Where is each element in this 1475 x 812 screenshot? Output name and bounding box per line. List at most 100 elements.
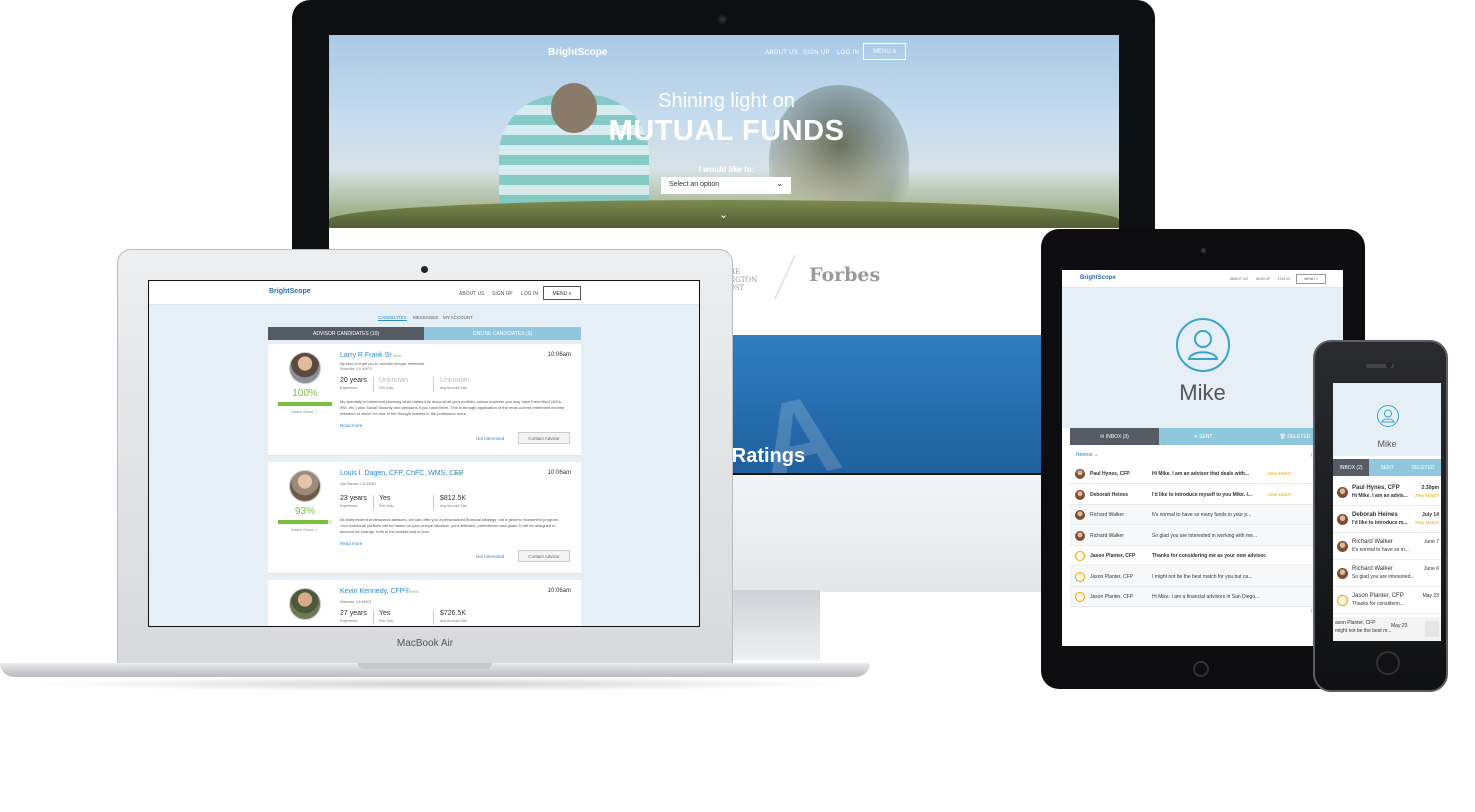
press-divider — [773, 254, 797, 300]
message-row[interactable]: Richard Walker It's normal to have so man… — [1070, 505, 1343, 525]
iphone-home-button[interactable] — [1376, 651, 1400, 675]
nav-about-us[interactable]: ABOUT US — [1230, 277, 1248, 281]
read-more-link[interactable]: Read more — [340, 423, 362, 428]
message-sender: Jason Planter, CFP — [1090, 573, 1134, 580]
message-row[interactable]: Richard Walker So glad you are interested… — [1333, 561, 1441, 587]
match-score-label: Match Score ⓘ — [291, 409, 319, 414]
option-select[interactable]: Select an option ⌄ — [661, 177, 791, 194]
stat-avg-account-label: Avg Account Size — [440, 386, 468, 390]
message-time: June 6 — [1423, 566, 1439, 572]
stat-fee-only: Yes — [379, 495, 391, 502]
message-sender: Paul Hynes, CFP — [1090, 471, 1130, 477]
brightscope-logo[interactable]: BrightScope — [269, 288, 311, 295]
message-row[interactable]: Richard Walker So glad you are interested… — [1070, 525, 1343, 546]
message-subject: Hi Mike. I am an advis... — [1352, 493, 1408, 499]
nav-sign-up[interactable]: SIGN UP — [492, 291, 513, 297]
advisor-name[interactable]: Larry R Frank Sr — [340, 352, 392, 359]
nav-about-us[interactable]: ABOUT US — [459, 291, 484, 297]
message-row[interactable]: Jason Planter, CFP Hi Mike. I am a financ… — [1070, 587, 1343, 607]
stat-divider — [373, 377, 374, 392]
message-row[interactable]: Paul Hynes, CFP Hi Mike. I am an advis...… — [1333, 480, 1441, 506]
advisor-name[interactable]: Kevin Kennedy, CFP® — [340, 588, 410, 595]
menu-button[interactable]: MENU ≡ — [863, 43, 906, 60]
contact-advisor-button[interactable]: Contact Advisor — [518, 432, 570, 444]
sender-photo — [1075, 489, 1085, 500]
nav-log-in[interactable]: LOG IN — [837, 50, 859, 56]
new-badge: New! — [393, 353, 403, 358]
user-name: Mike — [1179, 380, 1226, 405]
sort-dropdown[interactable]: Newest ⌄ — [1076, 452, 1098, 458]
subnav-my-account[interactable]: MY ACCOUNT — [443, 315, 473, 320]
contact-advisor-button[interactable]: Contact Advisor — [518, 550, 570, 562]
default-avatar-icon — [1075, 571, 1085, 582]
tab-sent[interactable]: SENT — [1369, 459, 1405, 476]
default-avatar-icon — [1075, 551, 1085, 561]
stat-avg-account: Unknown — [440, 377, 470, 384]
tab-advisor-candidates[interactable]: ADVISOR CANDIDATES (10) — [268, 327, 424, 340]
macbook-label: MacBook Air — [396, 638, 454, 649]
menu-button[interactable]: MENU ≡ — [1296, 274, 1326, 284]
message-time: July 14 — [1422, 512, 1439, 518]
nav-log-in[interactable]: LOG IN — [1278, 277, 1290, 281]
message-row[interactable]: Paul Hynes, CFP Hi Mike. I am an advisor … — [1070, 464, 1343, 484]
message-time: June 7 — [1423, 539, 1439, 545]
delete-action[interactable] — [1425, 621, 1439, 637]
message-row[interactable]: Jason Planter, CFP I might not be the bes… — [1070, 566, 1343, 587]
tab-inbox[interactable]: ✉ INBOX (3) — [1070, 428, 1159, 445]
advisor-photo — [289, 470, 321, 502]
stat-experience-label: Experience — [340, 386, 358, 390]
nav-log-in[interactable]: LOG IN — [521, 291, 538, 297]
nav-about-us[interactable]: ABOUT US — [765, 50, 798, 56]
sender-photo — [1337, 487, 1348, 498]
message-row[interactable]: Jason Planter, CFP Thanks for considerin.… — [1333, 588, 1441, 614]
stat-divider — [373, 610, 374, 625]
not-interested-link[interactable]: Not Interested — [476, 554, 504, 559]
match-score-bar — [278, 402, 332, 406]
hero-title-line2: MUTUAL FUNDS — [608, 115, 845, 147]
nav-sign-up[interactable]: SIGN UP — [1256, 277, 1270, 281]
new-badge: New! — [454, 471, 464, 476]
tab-inbox[interactable]: INBOX (2) — [1333, 459, 1369, 476]
stat-divider — [433, 495, 434, 510]
ipad-home-button[interactable] — [1193, 661, 1209, 677]
message-date: May 23 — [1391, 623, 1408, 629]
message-row[interactable]: Richard Walker It's normal to have so m..… — [1333, 534, 1441, 560]
read-more-link[interactable]: Read more — [340, 541, 362, 546]
message-sender: Richard Walker — [1090, 532, 1124, 539]
subnav-messages[interactable]: MESSAGES — [413, 315, 438, 320]
message-sender: Richard Walker — [1352, 539, 1393, 545]
swiped-message-row[interactable]: ason Planter, CFP might not be the best … — [1333, 617, 1441, 641]
device-mockup-stage: BrightScope ABOUT US SIGN UP LOG IN MENU… — [0, 0, 1475, 812]
tab-deleted[interactable]: DELETED — [1405, 459, 1441, 476]
brightscope-logo[interactable]: BrightScope — [1080, 275, 1116, 281]
stat-avg-account-label: Avg Account Size — [440, 504, 468, 508]
imac-camera — [718, 15, 727, 24]
tab-sent[interactable]: ✈ SENT — [1159, 428, 1247, 445]
wp-logo-line2: NGTON — [729, 276, 758, 284]
stat-experience: 20 years — [340, 377, 367, 384]
sender-photo — [1337, 568, 1348, 579]
brightscope-logo[interactable]: BrightScope — [548, 47, 607, 58]
candidate-card: Kevin Kennedy, CFP® New! 10:06am Alameda… — [268, 580, 581, 626]
chevron-down-icon: ⌄ — [776, 179, 783, 188]
scroll-down-icon[interactable]: ⌄ — [719, 208, 728, 221]
stat-avg-account-label: Avg Account Size — [440, 619, 468, 623]
message-row[interactable]: Deborah Heines I'd like to introduce m...… — [1333, 507, 1441, 533]
subnav-candidates[interactable]: CANDIDATES — [378, 315, 407, 321]
nav-sign-up[interactable]: SIGN UP — [803, 50, 830, 56]
match-score-value: 100% — [292, 388, 318, 399]
message-subject: I might not be the best match for you bu… — [1152, 573, 1253, 580]
menu-button[interactable]: MENU ≡ — [543, 286, 581, 300]
stat-experience: 27 years — [340, 610, 367, 617]
wp-logo-line3: OST — [729, 284, 745, 292]
message-row[interactable]: Jason Planter, CFP Thanks for considering… — [1070, 546, 1343, 566]
message-subject: might not be the best m... — [1335, 628, 1392, 634]
tab-online-candidates[interactable]: ONLINE CANDIDATES (9) — [424, 327, 581, 340]
sender-photo — [1337, 541, 1348, 552]
message-sender: Jason Planter, CFP — [1090, 594, 1134, 600]
message-row[interactable]: Deborah Heines I'd like to introduce myse… — [1070, 484, 1343, 505]
advisor-name[interactable]: Louis I. Dagen, CFP, ChFC, WMS, CEP — [340, 470, 464, 477]
message-sender: Deborah Heines — [1090, 491, 1129, 498]
not-interested-link[interactable]: Not Interested — [476, 436, 504, 441]
ipad-camera — [1201, 248, 1206, 253]
